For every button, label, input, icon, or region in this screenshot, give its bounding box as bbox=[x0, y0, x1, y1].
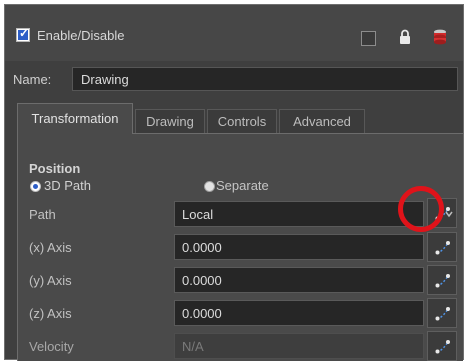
function-curve-icon bbox=[435, 241, 450, 255]
lock-icon[interactable] bbox=[399, 29, 411, 45]
header-bar: ✓ Enable/Disable bbox=[5, 5, 463, 62]
x-axis-label: (x) Axis bbox=[29, 240, 72, 255]
position-section-title: Position bbox=[29, 161, 81, 176]
layer-stack-icon[interactable] bbox=[433, 28, 447, 46]
enable-checkbox[interactable]: ✓ bbox=[16, 26, 30, 42]
square-checkbox-icon[interactable] bbox=[361, 31, 376, 46]
tab-transformation[interactable]: Transformation bbox=[17, 103, 133, 134]
path-field[interactable]: Local bbox=[174, 201, 424, 227]
function-curve-icon bbox=[435, 307, 450, 321]
velocity-field: N/A bbox=[174, 333, 424, 359]
chevron-down-icon[interactable] bbox=[445, 210, 453, 218]
3d-path-radio[interactable] bbox=[30, 181, 41, 192]
function-curve-icon bbox=[435, 340, 450, 354]
x-axis-function-button[interactable] bbox=[427, 232, 457, 262]
path-label: Path bbox=[29, 207, 56, 222]
layer-properties-panel: ✓ Enable/Disable Name: Drawing Transform… bbox=[4, 4, 464, 361]
enable-disable-label: Enable/Disable bbox=[37, 28, 125, 43]
z-axis-function-button[interactable] bbox=[427, 298, 457, 328]
name-row: Name: Drawing bbox=[5, 61, 463, 97]
tab-advanced[interactable]: Advanced bbox=[279, 109, 365, 133]
y-axis-label: (y) Axis bbox=[29, 273, 72, 288]
transformation-panel: Position 3D Path Separate Path Local (x)… bbox=[17, 133, 463, 361]
x-axis-field[interactable]: 0.0000 bbox=[174, 234, 424, 260]
highlight-circle bbox=[398, 186, 444, 232]
velocity-function-button[interactable] bbox=[427, 331, 457, 361]
tab-controls[interactable]: Controls bbox=[207, 109, 277, 133]
z-axis-field[interactable]: 0.0000 bbox=[174, 300, 424, 326]
name-input[interactable]: Drawing bbox=[72, 67, 458, 91]
tab-drawing[interactable]: Drawing bbox=[135, 109, 205, 133]
y-axis-field[interactable]: 0.0000 bbox=[174, 267, 424, 293]
3d-path-radio-label: 3D Path bbox=[44, 178, 91, 193]
name-label: Name: bbox=[13, 72, 52, 87]
velocity-label: Velocity bbox=[29, 339, 74, 354]
separate-radio[interactable] bbox=[204, 181, 215, 192]
separate-radio-label: Separate bbox=[216, 178, 269, 193]
y-axis-function-button[interactable] bbox=[427, 265, 457, 295]
function-curve-icon bbox=[435, 274, 450, 288]
z-axis-label: (z) Axis bbox=[29, 306, 72, 321]
